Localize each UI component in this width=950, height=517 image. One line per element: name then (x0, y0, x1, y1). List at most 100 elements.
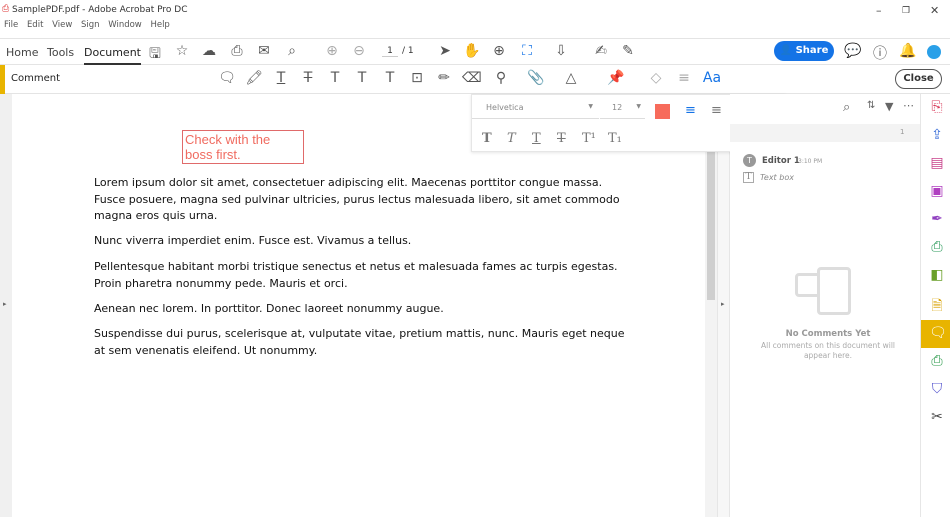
menu-window[interactable]: Window (108, 20, 142, 30)
sort-icon[interactable]: ⇅ (867, 100, 875, 111)
comment-tool-icon[interactable]: 🗨 (929, 325, 947, 341)
fill-sign-icon[interactable]: ✎ (619, 43, 637, 59)
paragraph: Lorem ipsum dolor sit amet, consectetuer… (94, 176, 620, 222)
align-right-icon[interactable]: ≡ (711, 103, 722, 118)
eraser-icon[interactable]: ⌫ (462, 70, 482, 86)
line-style-icon[interactable]: ≡ (675, 70, 693, 86)
replace-text-icon[interactable]: T (326, 70, 344, 86)
send-for-review-icon[interactable]: ⎙ (929, 239, 945, 255)
left-gutter: ▸ (0, 94, 12, 517)
export-pdf-icon[interactable]: ⇪ (929, 127, 945, 143)
avatar[interactable] (927, 45, 941, 59)
print-production-icon[interactable]: ⎙ (929, 353, 945, 369)
underline-icon[interactable]: T (532, 131, 541, 146)
page-number-input[interactable]: 1 (382, 46, 398, 57)
protect-shield-icon[interactable]: ⛉ (929, 381, 945, 397)
insert-text-icon[interactable]: T (353, 70, 371, 86)
page-group-header[interactable]: 1 (730, 124, 920, 142)
highlight-icon[interactable]: 🖍 (245, 70, 263, 86)
share-button[interactable]: 👤 Share (774, 41, 834, 61)
help-icon[interactable]: ⓘ (871, 43, 889, 63)
superscript-icon[interactable]: T¹ (582, 131, 596, 146)
menu-help[interactable]: Help (150, 20, 169, 30)
font-size-select[interactable]: 12 ▼ (600, 103, 645, 119)
organize-pages-icon[interactable]: ▤ (929, 155, 945, 171)
print-icon[interactable]: ⎙ (228, 43, 246, 59)
tab-tools[interactable]: Tools (47, 46, 74, 59)
text-format-button[interactable]: Aa (702, 70, 722, 86)
search-comments-icon[interactable]: ⌕ (843, 100, 850, 115)
scrollbar-thumb[interactable] (707, 150, 715, 300)
sticky-note-icon[interactable]: 🗨 (218, 70, 236, 86)
font-select[interactable]: Helvetica ▼ (472, 103, 599, 119)
menu-bar: File Edit View Sign Window Help (0, 20, 172, 36)
menu-edit[interactable]: Edit (27, 20, 43, 30)
pane-splitter[interactable]: ▸ (717, 94, 730, 517)
edit-pdf-icon[interactable]: ▣ (929, 183, 945, 199)
hand-tool-icon[interactable]: ✋ (463, 43, 481, 59)
sign-icon[interactable]: ✍ (592, 43, 610, 59)
email-icon[interactable]: ✉ (255, 43, 273, 59)
fill-sign-tool-icon[interactable]: ✒ (929, 211, 945, 227)
stamp-icon[interactable]: ⚲ (492, 70, 510, 86)
window-title: SamplePDF.pdf - Adobe Acrobat Pro DC (12, 5, 188, 15)
attach-icon[interactable]: 📎 (527, 70, 545, 86)
menu-sign[interactable]: Sign (81, 20, 100, 30)
comment-accent-bar (0, 65, 5, 94)
filter-icon[interactable]: ▼ (885, 100, 893, 113)
scroll-mode-icon[interactable]: ⇩ (552, 43, 570, 59)
share-label: Share (795, 45, 829, 56)
fit-page-icon[interactable]: ⛶ (518, 43, 536, 59)
italic-icon[interactable]: T (507, 131, 516, 146)
menu-view[interactable]: View (52, 20, 72, 30)
expand-left-panel-icon[interactable]: ▸ (3, 300, 7, 308)
comment-type: Text box (760, 173, 794, 182)
page-indicator: 1 (900, 128, 905, 136)
subscript-icon[interactable]: T₁ (608, 131, 622, 146)
fill-color-icon[interactable]: ◇ (647, 70, 665, 86)
strikethrough-icon[interactable]: T (557, 131, 566, 146)
add-text-icon[interactable]: T (381, 70, 399, 86)
collapse-pane-icon[interactable]: ▸ (721, 300, 725, 308)
tab-home[interactable]: Home (6, 46, 38, 59)
shapes-icon[interactable]: △ (562, 70, 580, 86)
zoom-in-icon[interactable]: ⊕ (490, 43, 508, 59)
bold-icon[interactable]: T (482, 131, 492, 146)
chevron-down-icon: ▼ (588, 103, 593, 110)
notifications-bell-icon[interactable]: 🔔 (899, 43, 917, 59)
text-box-icon[interactable]: ⊡ (408, 70, 426, 86)
comment-time: 3:10 PM (798, 158, 823, 165)
font-size-value: 12 (612, 103, 623, 112)
align-left-icon[interactable]: ≡ (685, 103, 696, 118)
compare-icon[interactable]: ◧ (929, 267, 945, 283)
pin-icon[interactable]: 📌 (607, 70, 625, 86)
menu-file[interactable]: File (4, 20, 18, 30)
select-cursor-icon[interactable]: ➤ (436, 43, 454, 59)
tab-document[interactable]: Document (84, 46, 141, 65)
font-value: Helvetica (486, 103, 524, 112)
acrobat-logo-icon: ⎙ (2, 4, 10, 14)
underline-text-icon[interactable]: T (272, 70, 290, 86)
more-tools-icon[interactable]: ✂ (929, 409, 945, 425)
search-icon[interactable]: ⌕ (283, 43, 301, 59)
save-icon[interactable]: 🖫 (146, 43, 164, 67)
more-options-icon[interactable]: ⋯ (903, 99, 914, 112)
comment-tool-label: Comment (11, 73, 60, 84)
upload-cloud-icon[interactable]: ☁ (200, 43, 218, 59)
text-color-swatch[interactable] (655, 104, 670, 119)
paragraph: Aenean nec lorem. In porttitor. Donec la… (94, 302, 444, 315)
next-page-icon[interactable]: ⊖ (350, 43, 368, 59)
text-box-annotation[interactable]: Check with the boss first. (182, 130, 304, 164)
create-pdf-icon[interactable]: ⎘ (929, 99, 945, 115)
pencil-icon[interactable]: ✏ (435, 70, 453, 86)
close-button[interactable]: Close (895, 69, 942, 89)
page-total: / 1 (402, 46, 414, 56)
chat-icon[interactable]: 💬 (844, 43, 862, 59)
minimize-button[interactable]: – (876, 4, 882, 17)
prev-page-icon[interactable]: ⊕ (323, 43, 341, 59)
bookmark-star-icon[interactable]: ☆ (173, 43, 191, 59)
scan-ocr-icon[interactable]: 🗎 (929, 295, 945, 319)
strikethrough-icon[interactable]: T (299, 70, 317, 86)
close-window-button[interactable]: ✕ (930, 4, 939, 17)
restore-button[interactable]: ❐ (902, 6, 910, 16)
